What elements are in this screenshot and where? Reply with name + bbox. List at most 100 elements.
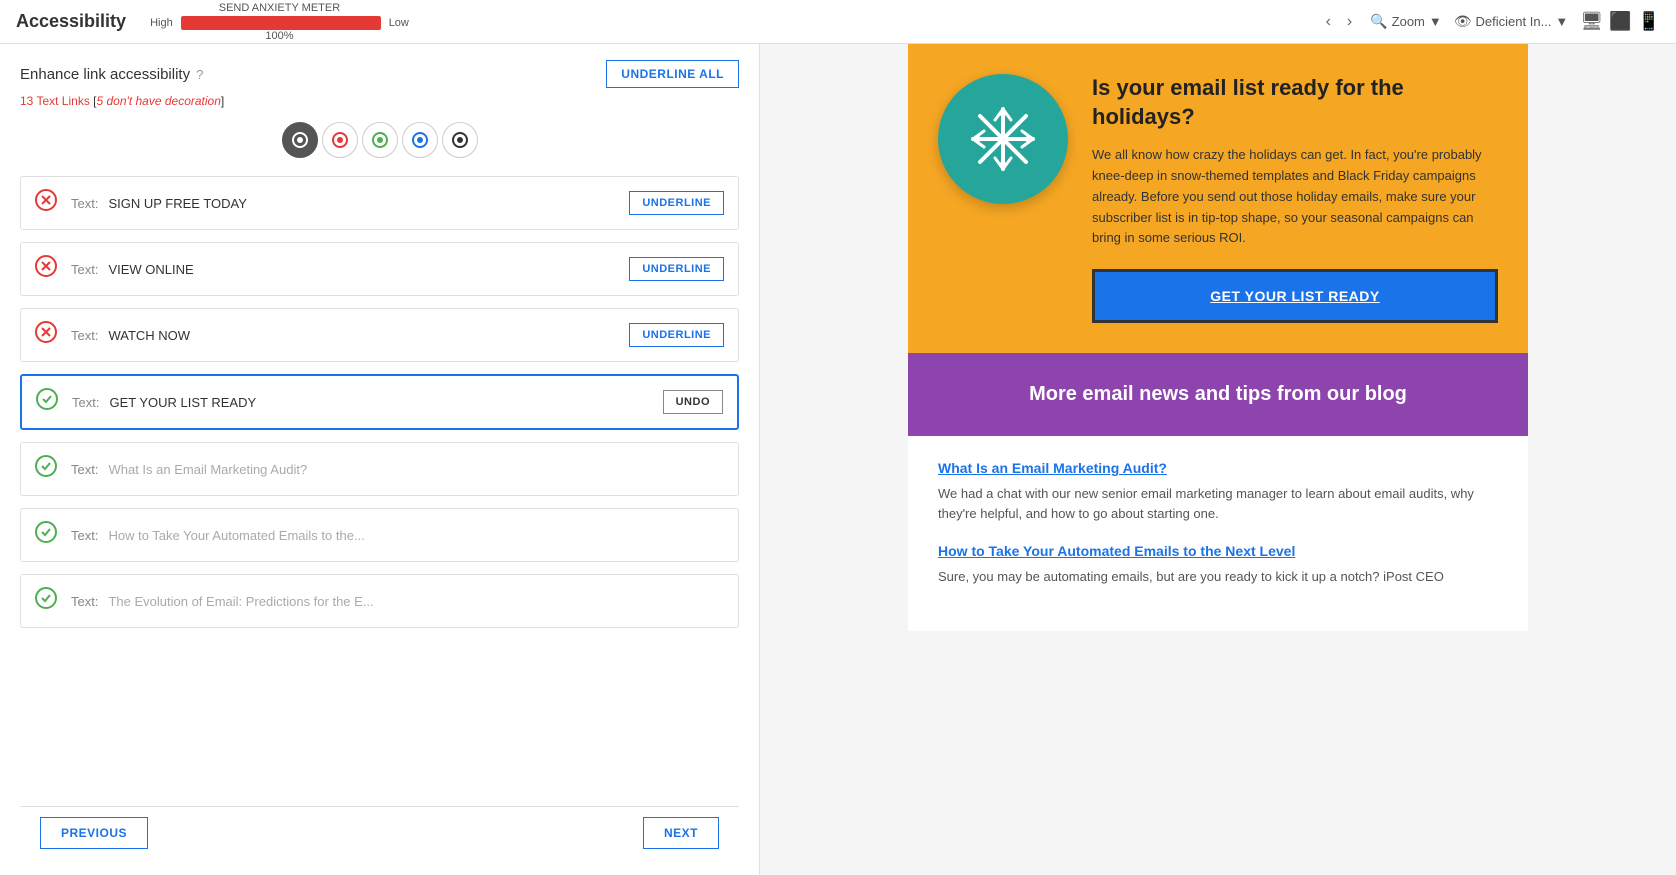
- link-item: Text: SIGN UP FREE TODAY UNDERLINE: [20, 176, 739, 230]
- link-item-content: Text: The Evolution of Email: Prediction…: [71, 594, 724, 609]
- blog-link-2[interactable]: How to Take Your Automated Emails to the…: [938, 543, 1498, 559]
- link-label: Text:: [71, 262, 98, 277]
- link-item: Text: The Evolution of Email: Prediction…: [20, 574, 739, 628]
- link-label: Text:: [71, 594, 98, 609]
- link-text: SIGN UP FREE TODAY: [108, 196, 615, 211]
- panel-title: Enhance link accessibility ?: [20, 66, 203, 83]
- next-button[interactable]: NEXT: [643, 817, 719, 849]
- get-list-ready-button[interactable]: GET YOUR LIST READY: [1092, 269, 1498, 323]
- top-bar: Accessibility SEND ANXIETY METER High Lo…: [0, 0, 1676, 44]
- deficient-chevron-icon: ▼: [1555, 14, 1568, 29]
- meter-bar-row: High Low: [150, 16, 409, 30]
- underline-button-2[interactable]: UNDERLINE: [629, 257, 724, 281]
- previous-button[interactable]: PREVIOUS: [40, 817, 148, 849]
- zoom-icon: 🔍: [1370, 13, 1387, 30]
- bottom-nav: PREVIOUS NEXT: [20, 806, 739, 859]
- filter-green-icon: [371, 131, 389, 149]
- link-text-dimmed: The Evolution of Email: Predictions for …: [108, 594, 724, 609]
- link-item: Text: How to Take Your Automated Emails …: [20, 508, 739, 562]
- nav-right-button[interactable]: ›: [1341, 11, 1358, 33]
- nav-left-button[interactable]: ‹: [1320, 11, 1337, 33]
- underline-button-1[interactable]: UNDERLINE: [629, 191, 724, 215]
- link-item-content: Text: How to Take Your Automated Emails …: [71, 528, 724, 543]
- link-status-icon-success: [35, 521, 57, 549]
- filter-all-button[interactable]: [282, 122, 318, 158]
- email-orange-text: Is your email list ready for the holiday…: [1092, 74, 1498, 323]
- eye-icon: 👁: [1454, 13, 1472, 30]
- link-count-warning: 5 don't have decoration: [97, 94, 221, 108]
- view-icons: 🖥 ⬛ 📱: [1580, 11, 1660, 32]
- tablet-view-button[interactable]: ⬛: [1609, 11, 1631, 32]
- link-item-content: Text: SIGN UP FREE TODAY: [71, 196, 615, 211]
- help-icon[interactable]: ?: [196, 67, 203, 82]
- filter-red-button[interactable]: [322, 122, 358, 158]
- page-title: Accessibility: [16, 11, 126, 32]
- deficient-label: Deficient In...: [1476, 14, 1552, 29]
- zoom-label: Zoom: [1392, 14, 1425, 29]
- blog-desc-1: We had a chat with our new senior email …: [938, 484, 1498, 523]
- link-item-content: Text: What Is an Email Marketing Audit?: [71, 462, 724, 477]
- link-count-total: 13 Text Links: [20, 94, 90, 108]
- link-item-content: Text: GET YOUR LIST READY: [72, 395, 649, 410]
- filter-green-button[interactable]: [362, 122, 398, 158]
- link-item-content: Text: VIEW ONLINE: [71, 262, 615, 277]
- underline-all-button[interactable]: UNDERLINE ALL: [606, 60, 739, 88]
- link-item: Text: VIEW ONLINE UNDERLINE: [20, 242, 739, 296]
- deficient-button[interactable]: 👁 Deficient In... ▼: [1454, 13, 1569, 30]
- link-status-icon: [35, 321, 57, 349]
- link-status-icon: [35, 189, 57, 217]
- desktop-view-button[interactable]: 🖥: [1580, 11, 1603, 32]
- meter-bar-outer: [181, 16, 381, 30]
- link-status-icon: [35, 255, 57, 283]
- link-item-content: Text: WATCH NOW: [71, 328, 615, 343]
- link-label: Text:: [71, 196, 98, 211]
- filter-blue-button[interactable]: [402, 122, 438, 158]
- nav-arrows: ‹ ›: [1320, 11, 1359, 33]
- link-item: Text: WATCH NOW UNDERLINE: [20, 308, 739, 362]
- filter-red-icon: [331, 131, 349, 149]
- link-item-action: UNDERLINE: [629, 191, 724, 215]
- link-item-action: UNDERLINE: [629, 323, 724, 347]
- zoom-chevron-icon: ▼: [1429, 14, 1442, 29]
- meter-percent: 100%: [265, 30, 293, 42]
- blog-link-1[interactable]: What Is an Email Marketing Audit?: [938, 460, 1498, 476]
- filter-dark-button[interactable]: [442, 122, 478, 158]
- main-content: Enhance link accessibility ? UNDERLINE A…: [0, 44, 1676, 875]
- left-panel: Enhance link accessibility ? UNDERLINE A…: [0, 44, 760, 875]
- blog-section-headline: More email news and tips from our blog: [938, 383, 1498, 406]
- link-label: Text:: [72, 395, 99, 410]
- underline-button-3[interactable]: UNDERLINE: [629, 323, 724, 347]
- panel-header: Enhance link accessibility ? UNDERLINE A…: [20, 60, 739, 88]
- link-label: Text:: [71, 328, 98, 343]
- snowflake-circle: [938, 74, 1068, 204]
- top-bar-left: Accessibility SEND ANXIETY METER High Lo…: [16, 2, 409, 42]
- link-label: Text:: [71, 462, 98, 477]
- zoom-button[interactable]: 🔍 Zoom ▼: [1370, 13, 1442, 30]
- email-body: We all know how crazy the holidays can g…: [1092, 145, 1498, 249]
- email-preview: Is your email list ready for the holiday…: [908, 44, 1528, 631]
- mobile-view-button[interactable]: 📱: [1638, 11, 1660, 32]
- filter-blue-icon: [411, 131, 429, 149]
- filter-dark-icon: [451, 131, 469, 149]
- filter-icons-row: [20, 122, 739, 158]
- link-status-icon-success: [36, 388, 58, 416]
- link-text: GET YOUR LIST READY: [109, 395, 648, 410]
- meter-bar-inner: [181, 16, 381, 30]
- link-item: Text: What Is an Email Marketing Audit?: [20, 442, 739, 496]
- link-status-icon-success: [35, 587, 57, 615]
- send-anxiety-meter: SEND ANXIETY METER High Low 100%: [150, 2, 409, 42]
- top-bar-right: ‹ › 🔍 Zoom ▼ 👁 Deficient In... ▼ 🖥 ⬛ 📱: [1320, 11, 1660, 33]
- link-text-dimmed: What Is an Email Marketing Audit?: [108, 462, 724, 477]
- link-text-dimmed: How to Take Your Automated Emails to the…: [108, 528, 724, 543]
- meter-label: SEND ANXIETY METER: [219, 2, 340, 14]
- undo-button[interactable]: UNDO: [663, 390, 723, 414]
- right-panel: Is your email list ready for the holiday…: [760, 44, 1676, 875]
- link-status-icon-success: [35, 455, 57, 483]
- blog-desc-2: Sure, you may be automating emails, but …: [938, 567, 1498, 587]
- link-item-selected: Text: GET YOUR LIST READY UNDO: [20, 374, 739, 430]
- meter-low-label: Low: [389, 17, 409, 29]
- meter-high-label: High: [150, 17, 173, 29]
- link-label: Text:: [71, 528, 98, 543]
- email-purple-section: More email news and tips from our blog: [908, 353, 1528, 436]
- link-count: 13 Text Links [5 don't have decoration]: [20, 94, 739, 108]
